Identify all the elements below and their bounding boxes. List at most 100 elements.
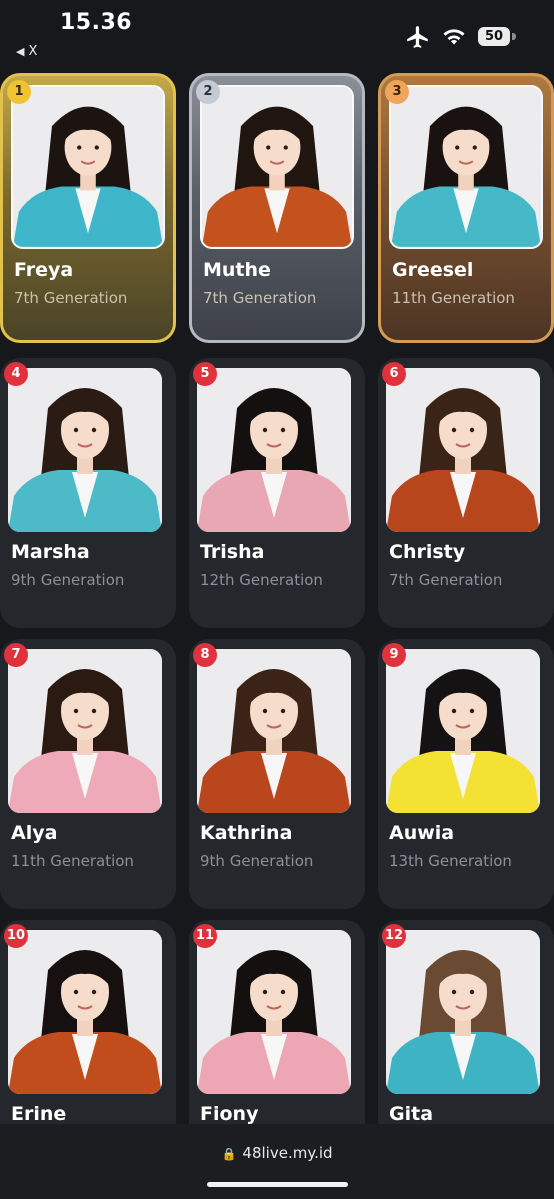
- eye-right: [94, 145, 99, 150]
- member-card[interactable]: 5 Trisha 12th Generation: [189, 358, 365, 628]
- member-name: Fiony: [200, 1103, 259, 1125]
- member-name: Alya: [11, 822, 58, 844]
- back-label: X: [28, 44, 38, 59]
- member-photo: [8, 930, 162, 1094]
- eye-left: [262, 708, 268, 714]
- member-portrait: [197, 930, 351, 1094]
- status-time: 15.36: [60, 10, 133, 35]
- url-text: 48live.my.id: [242, 1144, 333, 1162]
- member-photo: [197, 368, 351, 532]
- battery-indicator: 50: [478, 27, 510, 46]
- rank-badge: 2: [196, 80, 220, 104]
- member-name: Kathrina: [200, 822, 293, 844]
- rank-badge: 10: [4, 924, 28, 948]
- member-name: Erine: [11, 1103, 67, 1125]
- eye-right: [469, 708, 475, 714]
- member-photo: [200, 85, 354, 249]
- eye-right: [280, 427, 286, 433]
- rank-badge: 1: [7, 80, 31, 104]
- member-photo: [197, 930, 351, 1094]
- member-portrait: [391, 87, 541, 247]
- eye-left: [455, 145, 460, 150]
- eye-left: [77, 145, 82, 150]
- member-name: Trisha: [200, 541, 265, 563]
- member-portrait: [386, 930, 540, 1094]
- member-photo: [197, 649, 351, 813]
- eye-left: [451, 427, 457, 433]
- eye-right: [91, 427, 97, 433]
- member-generation: 13th Generation: [389, 852, 512, 870]
- eye-left: [451, 708, 457, 714]
- airplane-mode-icon: [407, 26, 428, 48]
- eye-left: [73, 989, 79, 995]
- eye-right: [280, 708, 286, 714]
- member-portrait: [197, 649, 351, 813]
- eye-left: [73, 708, 79, 714]
- eye-left: [266, 145, 271, 150]
- rank-badge: 9: [382, 643, 406, 667]
- member-portrait: [386, 368, 540, 532]
- member-name: Greesel: [392, 259, 474, 281]
- member-generation: 9th Generation: [11, 571, 125, 589]
- home-indicator[interactable]: [207, 1182, 348, 1187]
- member-portrait: [386, 649, 540, 813]
- member-photo: [389, 85, 543, 249]
- eye-right: [91, 989, 97, 995]
- rank-badge: 11: [193, 924, 217, 948]
- back-triangle-icon: ◀: [16, 45, 25, 58]
- member-card[interactable]: 9 Auwia 13th Generation: [378, 639, 554, 909]
- member-card[interactable]: 1 Freya 7th Generation: [0, 73, 176, 343]
- member-generation: 7th Generation: [14, 289, 128, 307]
- member-photo: [386, 649, 540, 813]
- back-to-app-button[interactable]: ◀ X: [16, 44, 37, 59]
- member-generation: 7th Generation: [389, 571, 503, 589]
- member-generation: 9th Generation: [200, 852, 314, 870]
- member-photo: [11, 85, 165, 249]
- member-card[interactable]: 3 Greesel 11th Generation: [378, 73, 554, 343]
- rank-badge: 8: [193, 643, 217, 667]
- member-card[interactable]: 7 Alya 11th Generation: [0, 639, 176, 909]
- status-bar: 15.36 ◀ X 50: [0, 0, 554, 66]
- eye-left: [73, 427, 79, 433]
- member-card[interactable]: 8 Kathrina 9th Generation: [189, 639, 365, 909]
- member-generation: 12th Generation: [200, 571, 323, 589]
- eye-right: [91, 708, 97, 714]
- lock-icon: 🔒: [221, 1147, 237, 1161]
- member-generation: 11th Generation: [392, 289, 515, 307]
- eye-right: [280, 989, 286, 995]
- member-name: Freya: [14, 259, 74, 281]
- eye-left: [262, 427, 268, 433]
- rank-badge: 4: [4, 362, 28, 386]
- member-portrait: [197, 368, 351, 532]
- eye-right: [469, 427, 475, 433]
- battery-cap: [512, 33, 516, 40]
- member-card[interactable]: 2 Muthe 7th Generation: [189, 73, 365, 343]
- rank-badge: 7: [4, 643, 28, 667]
- member-generation: 11th Generation: [11, 852, 134, 870]
- url-display[interactable]: 🔒 48live.my.id: [0, 1144, 554, 1162]
- member-photo: [8, 649, 162, 813]
- eye-right: [469, 989, 475, 995]
- member-name: Christy: [389, 541, 466, 563]
- member-portrait: [202, 87, 352, 247]
- member-name: Marsha: [11, 541, 90, 563]
- member-name: Auwia: [389, 822, 455, 844]
- member-portrait: [13, 87, 163, 247]
- member-portrait: [8, 649, 162, 813]
- browser-address-bar[interactable]: 🔒 48live.my.id: [0, 1124, 554, 1199]
- eye-right: [283, 145, 288, 150]
- rank-badge: 12: [382, 924, 406, 948]
- rank-badge: 6: [382, 362, 406, 386]
- member-portrait: [8, 930, 162, 1094]
- member-card[interactable]: 6 Christy 7th Generation: [378, 358, 554, 628]
- wifi-icon: [443, 29, 465, 45]
- rank-badge: 5: [193, 362, 217, 386]
- member-photo: [8, 368, 162, 532]
- eye-left: [451, 989, 457, 995]
- member-photo: [386, 930, 540, 1094]
- member-photo: [386, 368, 540, 532]
- member-card[interactable]: 4 Marsha 9th Generation: [0, 358, 176, 628]
- rank-badge: 3: [385, 80, 409, 104]
- eye-right: [472, 145, 477, 150]
- member-name: Muthe: [203, 259, 271, 281]
